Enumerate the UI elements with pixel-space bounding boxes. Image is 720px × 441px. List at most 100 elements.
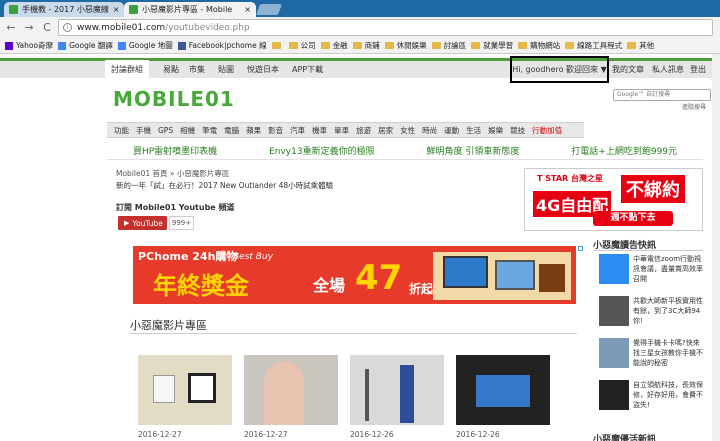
video-thumbnail[interactable] — [138, 355, 232, 425]
category-link[interactable]: 蘋果 — [246, 125, 261, 136]
nav-logout[interactable]: 登出 — [690, 64, 706, 75]
category-link[interactable]: 行動加值 — [532, 125, 562, 136]
banner-headline: 年終獎金 — [153, 272, 249, 300]
scrollbar[interactable] — [712, 54, 720, 441]
forward-icon[interactable]: → — [22, 21, 36, 34]
sidebar-item-image — [599, 338, 629, 368]
browser-tab-active[interactable]: 小惡魔影片專區 - Mobile × — [124, 2, 256, 17]
nav-forum[interactable]: 討論群組 — [105, 60, 149, 78]
folder-icon — [565, 42, 575, 49]
promo-link[interactable]: Envy13重新定義你的極限 — [269, 144, 375, 159]
adchoices-icon[interactable] — [578, 246, 583, 251]
close-tab-icon[interactable]: × — [240, 5, 251, 14]
address-bar[interactable]: i www.mobile01.com/youtubevideo.php — [58, 19, 713, 36]
sidebar-item[interactable]: 覺得手機卡卡嗎?快來找三星女孩教你手機不能說的秘密 — [599, 338, 719, 372]
category-link[interactable]: 生活 — [466, 125, 481, 136]
bookmark-item[interactable]: 其他 — [627, 40, 654, 51]
category-link[interactable]: 旅遊 — [356, 125, 371, 136]
side-ad[interactable]: T STAR 台灣之星 4G自由配 不綁約 週不點下去 — [524, 168, 703, 231]
youtube-button-label: YouTube — [132, 218, 163, 228]
category-link[interactable]: 機車 — [312, 125, 327, 136]
site-logo[interactable]: MOBILE01 — [113, 87, 235, 111]
category-link[interactable]: 筆電 — [202, 125, 217, 136]
bookmark-item[interactable]: 金融 — [320, 40, 348, 51]
advanced-search-link[interactable]: 進階搜尋 — [682, 102, 706, 111]
sidebar-title-2: 小惡魔優活新訊 — [593, 435, 657, 441]
bookmark-item[interactable]: Yahoo奇摩 — [5, 40, 53, 51]
sidebar-item-text[interactable]: 自立領航科技，長效保修，好存好用，會費不盜失! — [633, 380, 703, 410]
back-icon[interactable]: ← — [4, 21, 18, 34]
news-headline[interactable]: 新的一年「試」在必行！2017 New Outlander 48小時試乘體驗 — [116, 180, 333, 191]
category-link[interactable]: 運動 — [444, 125, 459, 136]
nav-my-articles[interactable]: 我的文章 — [612, 64, 644, 75]
user-menu[interactable]: Hi, goodhero 歡迎回來 ▼ — [510, 56, 609, 83]
section-title: 小惡魔影片專區 — [130, 319, 207, 332]
folder-icon — [384, 42, 394, 49]
sidebar-item[interactable]: 共歡大師新平板實用性有餘，到了3C大師94你! — [599, 296, 719, 330]
bookmark-item[interactable]: 公司 — [288, 40, 316, 51]
bookmark-item[interactable]: 商鋪 — [352, 40, 380, 51]
bookmark-item[interactable] — [271, 42, 284, 49]
sidebar-item-text[interactable]: 中華電信zoom行動視訊會議，盡量賞高效率召開 — [633, 254, 703, 284]
photo-frame-image — [188, 373, 216, 403]
bookmark-item[interactable]: Google 翻譯 — [58, 40, 113, 51]
nav-messages[interactable]: 私人訊息 — [652, 64, 684, 75]
bookmark-item[interactable]: 討論區 — [431, 40, 467, 51]
url-host: www.mobile01.com — [77, 22, 166, 33]
category-link[interactable]: GPS — [158, 126, 173, 135]
category-link[interactable]: 女性 — [400, 125, 415, 136]
video-thumbnail[interactable] — [244, 355, 338, 425]
bookmark-label: 討論區 — [443, 41, 467, 50]
sidebar-item[interactable]: 中華電信zoom行動視訊會議，盡量賞高效率召開 — [599, 254, 719, 288]
breadcrumb[interactable]: Mobile01 首頁 » 小惡魔影片專區 — [116, 168, 229, 179]
side-ad-highlight: 不綁約 — [621, 175, 685, 203]
category-link[interactable]: 電腦 — [224, 125, 239, 136]
category-link[interactable]: 居家 — [378, 125, 393, 136]
nav-stickers[interactable]: 貼圖 — [218, 64, 234, 75]
sidebar-item-text[interactable]: 共歡大師新平板實用性有餘，到了3C大師94你! — [633, 296, 703, 326]
category-link[interactable]: 功能 — [114, 125, 129, 136]
person-image — [400, 365, 414, 423]
new-tab-button[interactable] — [255, 4, 283, 15]
category-link[interactable]: 時尚 — [422, 125, 437, 136]
category-link[interactable]: 單車 — [334, 125, 349, 136]
video-thumbnail[interactable] — [350, 355, 444, 425]
side-ad-button[interactable]: 週不點下去 — [593, 211, 673, 226]
browser-tab[interactable]: 手機教 - 2017 小惡魔線 × — [4, 2, 124, 17]
reload-icon[interactable]: C — [40, 21, 54, 34]
category-link[interactable]: 汽車 — [290, 125, 305, 136]
category-link[interactable]: 娛樂 — [488, 125, 503, 136]
promo-link[interactable]: 打電話+上網吃到飽999元 — [571, 144, 677, 159]
promo-link[interactable]: 買HP雷射噴墨印表機 — [133, 144, 217, 159]
bookmark-item[interactable]: 購物網站 — [518, 40, 560, 51]
nav-japan[interactable]: 悅遊日本 — [247, 64, 279, 75]
bookmark-item[interactable]: Google 地圖 — [117, 40, 173, 51]
bookmark-label: 公司 — [300, 41, 316, 50]
nav-market[interactable]: 市集 — [189, 64, 205, 75]
sidebar-item-text[interactable]: 覺得手機卡卡嗎?快來找三星女孩教你手機不能說的秘密 — [633, 338, 703, 368]
promo-link[interactable]: 鮮明角度 引領車新態度 — [427, 144, 520, 159]
bookmark-item[interactable]: 休閒娛樂 — [384, 40, 427, 51]
nav-easy[interactable]: 易點 — [163, 64, 179, 75]
nav-app[interactable]: APP下載 — [292, 64, 323, 75]
sidebar-item-image — [599, 254, 629, 284]
category-link[interactable]: 競技 — [510, 125, 525, 136]
banner-slogan: Best Buy — [233, 252, 273, 262]
search-input[interactable]: Google™ 自訂搜尋 — [613, 89, 711, 101]
bookmark-label: 線路工具程式 — [577, 41, 623, 50]
close-tab-icon[interactable]: × — [109, 5, 120, 14]
category-link[interactable]: 手機 — [136, 125, 151, 136]
video-thumbnail[interactable] — [456, 355, 550, 425]
category-link[interactable]: 影音 — [268, 125, 283, 136]
bookmark-item[interactable]: 線路工具程式 — [565, 40, 622, 51]
info-icon[interactable]: i — [63, 23, 72, 32]
bookmark-item[interactable]: 就業學習 — [471, 40, 513, 51]
bookmark-label: Google 翻譯 — [69, 41, 113, 50]
bookmark-item[interactable]: Facebook|pchome 線 — [177, 40, 267, 51]
banner-ad[interactable]: PChome 24h購物 Best Buy 年終獎金 全場 47 折起 — [133, 246, 576, 304]
divider — [593, 250, 703, 251]
youtube-subscribe-button[interactable]: ▶ YouTube — [118, 216, 167, 230]
sidebar-item[interactable]: 自立領航科技，長效保修，好存好用，會費不盜失! — [599, 380, 719, 414]
bookmark-label: 就業學習 — [483, 41, 514, 50]
category-link[interactable]: 相機 — [180, 125, 195, 136]
